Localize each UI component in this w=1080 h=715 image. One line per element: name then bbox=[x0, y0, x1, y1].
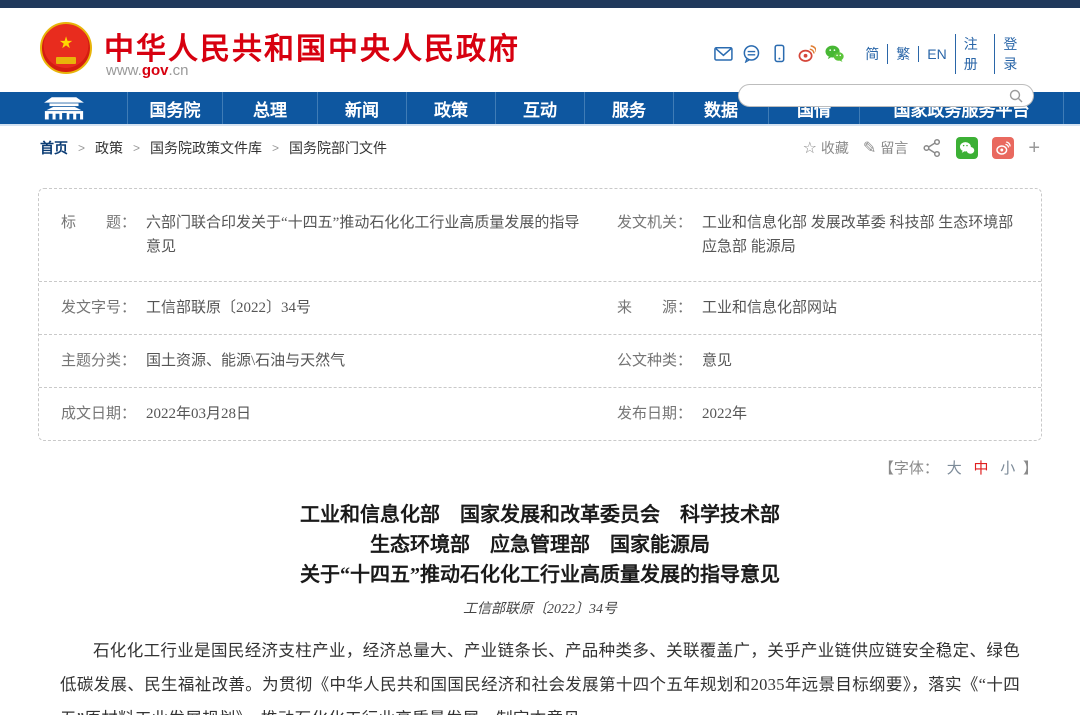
language-links: 简 繁 EN 注册 登录 bbox=[857, 34, 1034, 74]
nav-item-services[interactable]: 服务 bbox=[584, 92, 673, 124]
nav-item-premier[interactable]: 总理 bbox=[222, 92, 317, 124]
site-url: www.gov.cn bbox=[106, 62, 189, 79]
font-size-small-button[interactable]: 小 bbox=[1000, 461, 1015, 477]
nav-item-news[interactable]: 新闻 bbox=[317, 92, 406, 124]
breadcrumb-department-documents[interactable]: 国务院部门文件 bbox=[289, 138, 387, 158]
search-icon[interactable] bbox=[1008, 88, 1024, 104]
font-controls-suffix: 】 bbox=[1023, 461, 1038, 477]
font-size-large-button[interactable]: 大 bbox=[947, 461, 962, 477]
url-www: www. bbox=[106, 62, 142, 79]
meta-value-title: 六部门联合印发关于“十四五”推动石化化工行业高质量发展的指导意见 bbox=[146, 211, 585, 259]
lang-traditional[interactable]: 繁 bbox=[887, 44, 918, 64]
nav-home-icon[interactable] bbox=[0, 92, 127, 124]
meta-value-written-date: 2022年03月28日 bbox=[146, 402, 251, 426]
breadcrumb-home[interactable]: 首页 bbox=[40, 138, 68, 158]
meta-label-written-date: 成文日期： bbox=[61, 402, 136, 426]
star-outline-icon: ☆ bbox=[803, 138, 817, 158]
breadcrumb: 首页 > 政策 > 国务院政策文件库 > 国务院部门文件 bbox=[40, 138, 387, 158]
breadcrumb-row: 首页 > 政策 > 国务院政策文件库 > 国务院部门文件 ☆ 收藏 ✎ 留言 + bbox=[0, 126, 1080, 170]
favorite-label: 收藏 bbox=[821, 138, 849, 158]
register-link[interactable]: 注册 bbox=[955, 34, 995, 74]
meta-row-dates: 成文日期： 2022年03月28日 发布日期： 2022年 bbox=[39, 387, 1041, 440]
meta-row-category-type: 主题分类： 国土资源、能源\石油与天然气 公文种类： 意见 bbox=[39, 334, 1041, 387]
gate-shape bbox=[56, 57, 76, 64]
weibo-icon[interactable] bbox=[798, 44, 817, 64]
article-body: 工业和信息化部 国家发展和改革委员会 科学技术部 生态环境部 应急管理部 国家能… bbox=[0, 478, 1080, 715]
pencil-icon: ✎ bbox=[863, 138, 876, 158]
meta-value-publish-date: 2022年 bbox=[702, 402, 747, 426]
document-title-line1: 工业和信息化部 国家发展和改革委员会 科学技术部 bbox=[60, 500, 1020, 530]
mail-icon[interactable] bbox=[714, 44, 733, 64]
url-gov: gov bbox=[142, 62, 169, 79]
nav-item-state-council[interactable]: 国务院 bbox=[127, 92, 222, 124]
search-input[interactable] bbox=[751, 86, 1001, 105]
emblem-icon: ★ bbox=[40, 22, 92, 74]
favorite-button[interactable]: ☆ 收藏 bbox=[803, 138, 849, 158]
mobile-icon[interactable] bbox=[770, 44, 789, 64]
weibo-share-button[interactable] bbox=[992, 137, 1014, 159]
document-title: 工业和信息化部 国家发展和改革委员会 科学技术部 生态环境部 应急管理部 国家能… bbox=[60, 500, 1020, 590]
meta-value-topic-category: 国土资源、能源\石油与天然气 bbox=[146, 349, 345, 373]
comment-label: 留言 bbox=[880, 138, 908, 158]
meta-row-number-source: 发文字号： 工信部联原〔2022〕34号 来 源： 工业和信息化部网站 bbox=[39, 281, 1041, 334]
meta-label-issuing-agency: 发文机关： bbox=[617, 211, 692, 259]
document-meta-table: 标 题： 六部门联合印发关于“十四五”推动石化化工行业高质量发展的指导意见 发文… bbox=[38, 188, 1042, 441]
comment-button[interactable]: ✎ 留言 bbox=[863, 138, 908, 158]
window-top-bar bbox=[0, 0, 1080, 8]
meta-label-publish-date: 发布日期： bbox=[617, 402, 692, 426]
breadcrumb-policy-library[interactable]: 国务院政策文件库 bbox=[150, 138, 262, 158]
meta-label-doc-number: 发文字号： bbox=[61, 296, 136, 320]
search-box[interactable] bbox=[738, 84, 1034, 107]
national-emblem-logo[interactable]: ★ bbox=[40, 22, 96, 82]
font-size-controls: 【字体： 大 中 小 】 bbox=[0, 441, 1080, 478]
lang-english[interactable]: EN bbox=[918, 46, 954, 62]
nav-item-policy[interactable]: 政策 bbox=[406, 92, 495, 124]
login-link[interactable]: 登录 bbox=[994, 34, 1034, 74]
font-controls-prefix: 【字体： bbox=[879, 461, 939, 477]
url-cn: .cn bbox=[169, 62, 189, 79]
meta-label-doc-type: 公文种类： bbox=[617, 349, 692, 373]
meta-row-title-agency: 标 题： 六部门联合印发关于“十四五”推动石化化工行业高质量发展的指导意见 发文… bbox=[39, 189, 1041, 281]
breadcrumb-separator: > bbox=[133, 141, 140, 155]
font-size-medium-button[interactable]: 中 bbox=[973, 461, 988, 477]
nav-filler bbox=[1063, 92, 1080, 124]
lang-simplified[interactable]: 简 bbox=[857, 44, 887, 64]
wechat-share-button[interactable] bbox=[956, 137, 978, 159]
meta-label-topic-category: 主题分类： bbox=[61, 349, 136, 373]
more-share-button[interactable]: + bbox=[1028, 138, 1040, 158]
share-button[interactable] bbox=[922, 138, 942, 158]
meta-value-doc-type: 意见 bbox=[702, 349, 732, 373]
star-icon: ★ bbox=[59, 36, 73, 52]
message-icon[interactable] bbox=[742, 44, 761, 64]
wechat-icon[interactable] bbox=[825, 44, 844, 64]
site-header: ★ 中华人民共和国中央人民政府 www.gov.cn 简 繁 bbox=[0, 8, 1080, 92]
meta-value-doc-number: 工信部联原〔2022〕34号 bbox=[146, 296, 311, 320]
document-paragraph: 石化化工行业是国民经济支柱产业，经济总量大、产业链条长、产品种类多、关联覆盖广，… bbox=[60, 634, 1020, 715]
breadcrumb-separator: > bbox=[78, 141, 85, 155]
breadcrumb-separator: > bbox=[272, 141, 279, 155]
meta-value-issuing-agency: 工业和信息化部 发展改革委 科技部 生态环境部 应急部 能源局 bbox=[702, 211, 1031, 259]
meta-label-source: 来 源： bbox=[617, 296, 692, 320]
document-title-line2: 生态环境部 应急管理部 国家能源局 bbox=[60, 530, 1020, 560]
document-title-line3: 关于“十四五”推动石化化工行业高质量发展的指导意见 bbox=[60, 560, 1020, 590]
breadcrumb-policy[interactable]: 政策 bbox=[95, 138, 123, 158]
meta-value-source: 工业和信息化部网站 bbox=[702, 296, 837, 320]
meta-label-title: 标 题： bbox=[61, 211, 136, 259]
nav-item-interaction[interactable]: 互动 bbox=[495, 92, 584, 124]
document-number: 工信部联原〔2022〕34号 bbox=[60, 598, 1020, 618]
